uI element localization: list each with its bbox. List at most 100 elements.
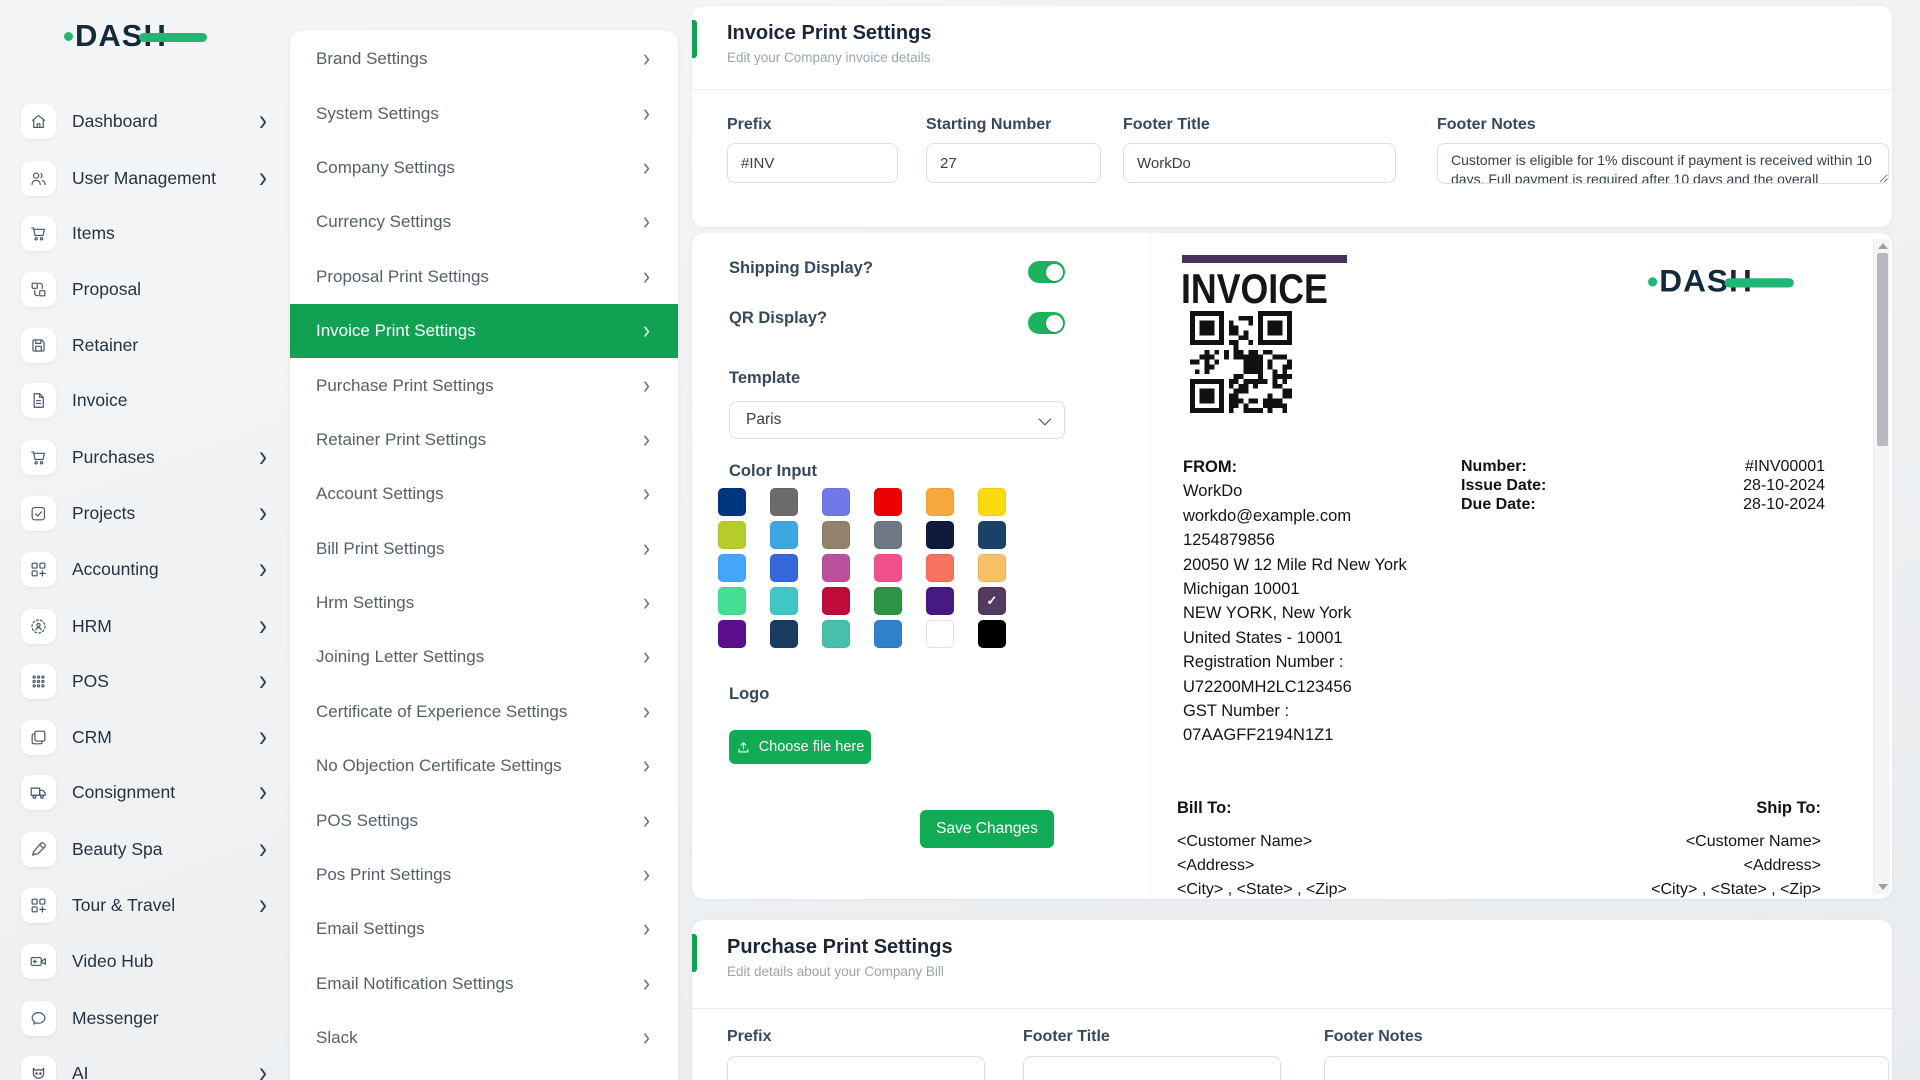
grid-plus-icon bbox=[21, 888, 56, 923]
chevron-right-icon: › bbox=[259, 1058, 267, 1080]
color-swatch[interactable] bbox=[978, 521, 1006, 549]
settings-item-currency-settings[interactable]: Currency Settings› bbox=[290, 195, 678, 249]
color-swatch[interactable] bbox=[822, 620, 850, 648]
settings-item-email-notification-settings[interactable]: Email Notification Settings› bbox=[290, 957, 678, 1011]
settings-item-system-settings[interactable]: System Settings› bbox=[290, 86, 678, 140]
color-swatch[interactable] bbox=[822, 521, 850, 549]
sidebar-item-video-hub[interactable]: Video Hub bbox=[21, 940, 269, 982]
chevron-right-icon: › bbox=[259, 498, 267, 528]
color-swatch[interactable] bbox=[926, 554, 954, 582]
scroll-up-icon[interactable] bbox=[1878, 243, 1888, 249]
bill-to-line: <City> , <State> , <Zip> bbox=[1177, 878, 1507, 899]
settings-item-retainer-print-settings[interactable]: Retainer Print Settings› bbox=[290, 413, 678, 467]
sidebar-item-tour-travel[interactable]: Tour & Travel› bbox=[21, 884, 269, 926]
color-swatch[interactable] bbox=[874, 620, 902, 648]
shipping-display-toggle[interactable] bbox=[1028, 261, 1065, 283]
truck-icon bbox=[21, 775, 56, 810]
color-swatch[interactable] bbox=[718, 587, 746, 615]
settings-item-email-settings[interactable]: Email Settings› bbox=[290, 902, 678, 956]
scrollbar-thumb[interactable] bbox=[1877, 253, 1888, 446]
sidebar-item-invoice[interactable]: Invoice bbox=[21, 379, 269, 421]
purchase-prefix-input[interactable] bbox=[727, 1056, 985, 1080]
sidebar-item-projects[interactable]: Projects› bbox=[21, 492, 269, 534]
color-swatch[interactable] bbox=[874, 488, 902, 516]
chevron-right-icon: › bbox=[643, 861, 650, 890]
template-select[interactable]: Paris bbox=[729, 401, 1065, 439]
settings-item-bill-print-settings[interactable]: Bill Print Settings› bbox=[290, 522, 678, 576]
settings-item-hrm-settings[interactable]: Hrm Settings› bbox=[290, 576, 678, 630]
sidebar-item-consignment[interactable]: Consignment› bbox=[21, 771, 269, 813]
scroll-down-icon[interactable] bbox=[1878, 884, 1888, 890]
sidebar-item-hrm[interactable]: HRM› bbox=[21, 605, 269, 647]
settings-item-purchase-print-settings[interactable]: Purchase Print Settings› bbox=[290, 358, 678, 412]
color-swatch[interactable] bbox=[926, 488, 954, 516]
sidebar-item-items[interactable]: Items bbox=[21, 212, 269, 254]
color-swatch[interactable] bbox=[822, 587, 850, 615]
choose-file-button[interactable]: Choose file here bbox=[729, 730, 871, 764]
sidebar-item-dashboard[interactable]: Dashboard› bbox=[21, 100, 269, 142]
purchase-footer-title-input[interactable] bbox=[1023, 1056, 1281, 1080]
color-swatch[interactable] bbox=[822, 488, 850, 516]
color-swatch[interactable] bbox=[874, 554, 902, 582]
color-swatch[interactable]: ✓ bbox=[978, 587, 1006, 615]
color-swatch[interactable] bbox=[822, 554, 850, 582]
save-changes-button[interactable]: Save Changes bbox=[920, 810, 1054, 848]
sidebar-item-purchases[interactable]: Purchases› bbox=[21, 436, 269, 478]
color-swatch[interactable] bbox=[718, 554, 746, 582]
color-swatch[interactable] bbox=[770, 521, 798, 549]
purchase-print-settings-card: Purchase Print Settings Edit details abo… bbox=[692, 920, 1892, 1080]
invoice-print-form-card: Shipping Display? QR Display? Template P… bbox=[692, 233, 1892, 899]
settings-item-certificate-of-experience-settings[interactable]: Certificate of Experience Settings› bbox=[290, 685, 678, 739]
settings-item-account-settings[interactable]: Account Settings› bbox=[290, 467, 678, 521]
sidebar-item-pos[interactable]: POS› bbox=[21, 660, 269, 702]
footer-notes-textarea[interactable]: Customer is eligible for 1% discount if … bbox=[1437, 143, 1889, 184]
settings-item-proposal-print-settings[interactable]: Proposal Print Settings› bbox=[290, 250, 678, 304]
sidebar-item-proposal[interactable]: Proposal bbox=[21, 268, 269, 310]
settings-item-brand-settings[interactable]: Brand Settings› bbox=[290, 32, 678, 86]
grid-plus-icon bbox=[21, 552, 56, 587]
sidebar-item-beauty-spa[interactable]: Beauty Spa› bbox=[21, 828, 269, 870]
color-swatch[interactable] bbox=[978, 554, 1006, 582]
color-swatch[interactable] bbox=[874, 587, 902, 615]
color-swatch[interactable] bbox=[770, 554, 798, 582]
sidebar-item-retainer[interactable]: Retainer bbox=[21, 324, 269, 366]
chevron-right-icon: › bbox=[643, 534, 650, 563]
settings-item-pos-print-settings[interactable]: Pos Print Settings› bbox=[290, 848, 678, 902]
sidebar-item-crm[interactable]: CRM› bbox=[21, 716, 269, 758]
preview-scrollbar[interactable] bbox=[1873, 239, 1890, 894]
chevron-right-icon: › bbox=[259, 777, 267, 807]
starting-number-input[interactable] bbox=[926, 143, 1101, 183]
sidebar-item-messenger[interactable]: Messenger bbox=[21, 997, 269, 1039]
color-swatch[interactable] bbox=[718, 620, 746, 648]
sidebar-item-ai[interactable]: AI› bbox=[21, 1052, 269, 1080]
qr-display-toggle[interactable] bbox=[1028, 312, 1065, 334]
from-line: 20050 W 12 Mile Rd New York bbox=[1183, 553, 1418, 577]
color-swatch[interactable] bbox=[926, 521, 954, 549]
settings-item-invoice-print-settings[interactable]: Invoice Print Settings› bbox=[290, 304, 678, 358]
from-line: 07AAGFF2194N1Z1 bbox=[1183, 723, 1418, 747]
color-swatch[interactable] bbox=[770, 587, 798, 615]
shipping-display-label: Shipping Display? bbox=[729, 259, 873, 278]
settings-item-company-settings[interactable]: Company Settings› bbox=[290, 141, 678, 195]
purchase-footer-notes-input[interactable] bbox=[1324, 1056, 1889, 1080]
settings-item-slack[interactable]: Slack› bbox=[290, 1011, 678, 1065]
color-swatch[interactable] bbox=[874, 521, 902, 549]
color-swatch[interactable] bbox=[978, 620, 1006, 648]
color-swatch[interactable] bbox=[718, 521, 746, 549]
settings-item-joining-letter-settings[interactable]: Joining Letter Settings› bbox=[290, 630, 678, 684]
prefix-input[interactable] bbox=[727, 143, 898, 183]
sidebar-item-user-management[interactable]: User Management› bbox=[21, 157, 269, 199]
purchase-footer-title-label: Footer Title bbox=[1023, 1028, 1281, 1046]
brand-logo[interactable]: DASH bbox=[64, 18, 167, 54]
footer-title-field-group: Footer Title bbox=[1123, 116, 1396, 183]
settings-item-pos-settings[interactable]: POS Settings› bbox=[290, 793, 678, 847]
color-swatch[interactable] bbox=[770, 488, 798, 516]
color-swatch[interactable] bbox=[770, 620, 798, 648]
color-swatch[interactable] bbox=[718, 488, 746, 516]
color-swatch[interactable] bbox=[978, 488, 1006, 516]
settings-item-no-objection-certificate-settings[interactable]: No Objection Certificate Settings› bbox=[290, 739, 678, 793]
color-swatch[interactable] bbox=[926, 620, 954, 648]
sidebar-item-accounting[interactable]: Accounting› bbox=[21, 548, 269, 590]
footer-title-input[interactable] bbox=[1123, 143, 1396, 183]
color-swatch[interactable] bbox=[926, 587, 954, 615]
